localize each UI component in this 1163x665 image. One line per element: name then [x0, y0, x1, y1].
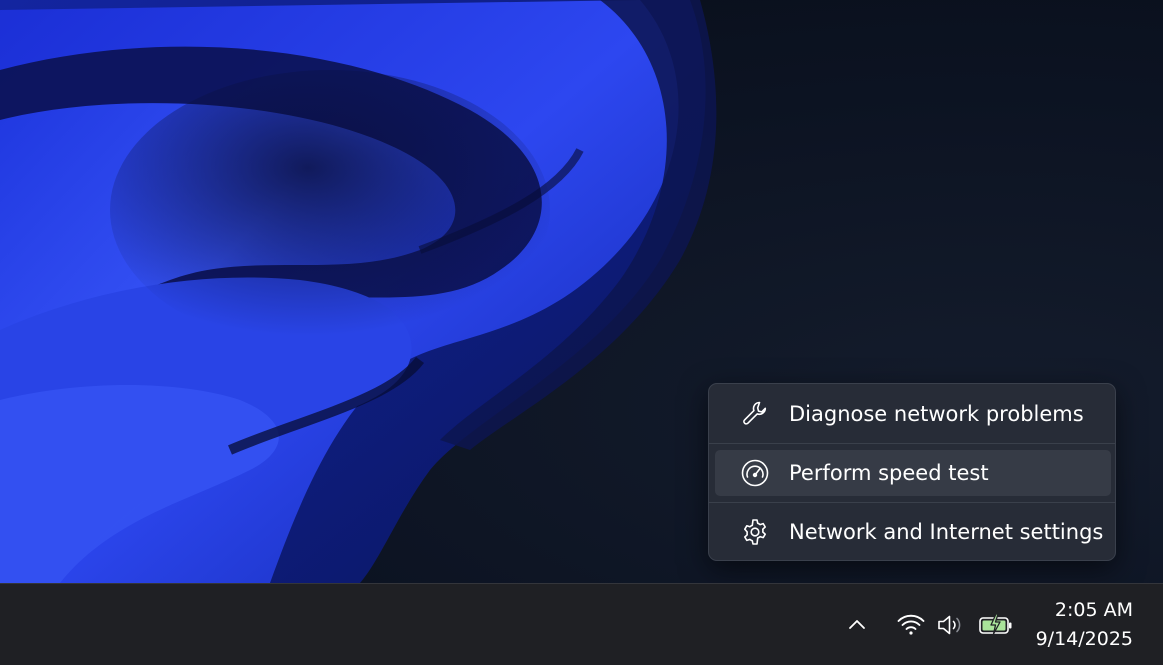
speedometer-icon [739, 457, 771, 489]
volume-icon[interactable] [935, 609, 967, 641]
network-context-menu: Diagnose network problems Perform speed … [708, 383, 1116, 561]
menu-separator [709, 443, 1115, 444]
menu-item-perform-speed-test[interactable]: Perform speed test [715, 450, 1111, 496]
wifi-icon[interactable] [895, 609, 927, 641]
menu-separator [709, 502, 1115, 503]
gear-icon [739, 516, 771, 548]
desktop: Diagnose network problems Perform speed … [0, 0, 1163, 665]
taskbar: 2:05 AM 9/14/2025 [0, 583, 1163, 665]
wrench-icon [739, 398, 771, 430]
battery-charging-icon[interactable] [977, 609, 1015, 641]
menu-item-network-internet-settings[interactable]: Network and Internet settings [715, 509, 1111, 555]
menu-item-label: Perform speed test [789, 461, 989, 485]
clock-time: 2:05 AM [1054, 599, 1133, 621]
chevron-up-icon[interactable] [842, 610, 872, 640]
menu-item-diagnose-network-problems[interactable]: Diagnose network problems [715, 391, 1111, 437]
menu-item-label: Diagnose network problems [789, 402, 1084, 426]
menu-item-label: Network and Internet settings [789, 520, 1104, 544]
clock-date: 9/14/2025 [1035, 628, 1133, 650]
clock[interactable]: 2:05 AM 9/14/2025 [1036, 596, 1133, 654]
